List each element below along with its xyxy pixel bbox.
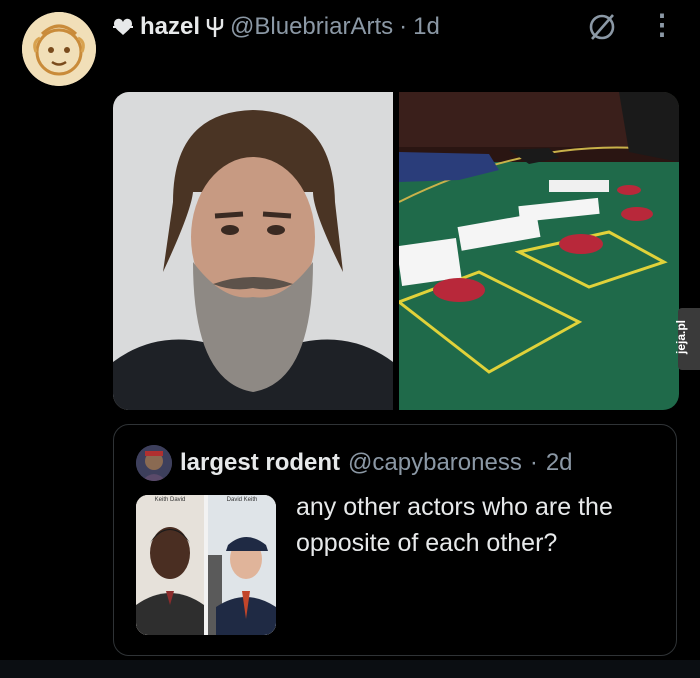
quoted-author-name[interactable]: largest rodent (180, 449, 340, 477)
author-handle[interactable]: @BluebriarArts (230, 13, 393, 41)
quoted-header-separator: · (529, 449, 538, 476)
author-avatar[interactable] (22, 12, 96, 86)
watermark-text: jeja.pl (674, 319, 689, 355)
quoted-author-avatar[interactable] (136, 445, 172, 481)
post-media[interactable] (113, 92, 679, 410)
author-display-name: hazel (140, 13, 201, 40)
post-time[interactable]: 1d (413, 13, 440, 41)
next-item-edge (0, 660, 700, 678)
more-options-button[interactable]: ⋮ (648, 10, 676, 44)
grok-button[interactable] (584, 10, 620, 44)
quoted-post-text: any other actors who are the opposite of… (296, 493, 613, 557)
actor-caption-left: Keith David (154, 497, 186, 503)
author-name[interactable]: hazel (112, 13, 224, 41)
quoted-post-header: largest rodent @capybaroness · 2d (180, 445, 573, 481)
heart-arrow-icon (113, 18, 133, 35)
psi-symbol-icon (206, 17, 224, 37)
actor-caption-right: David Keith (226, 497, 258, 503)
actor-photo-left: Keith David (136, 495, 204, 635)
quoted-post-image[interactable]: Keith David David Keith (136, 495, 276, 635)
more-dots-icon: ⋮ (648, 9, 676, 40)
portrait-photo[interactable] (113, 92, 393, 410)
post-header: hazel @BluebriarArts · 1d (112, 10, 440, 44)
header-separator: · (399, 13, 408, 40)
quoted-post[interactable]: largest rodent @capybaroness · 2d Keith … (113, 424, 677, 656)
post: hazel @BluebriarArts · 1d ⋮ jeja.pl larg… (0, 0, 700, 678)
blackjack-table-photo[interactable] (399, 92, 679, 410)
watermark-tab: jeja.pl (674, 308, 700, 370)
grok-icon (589, 14, 615, 40)
quoted-post-time[interactable]: 2d (546, 449, 573, 477)
actor-photo-right: David Keith (208, 495, 276, 635)
quoted-author-handle[interactable]: @capybaroness (348, 449, 522, 477)
